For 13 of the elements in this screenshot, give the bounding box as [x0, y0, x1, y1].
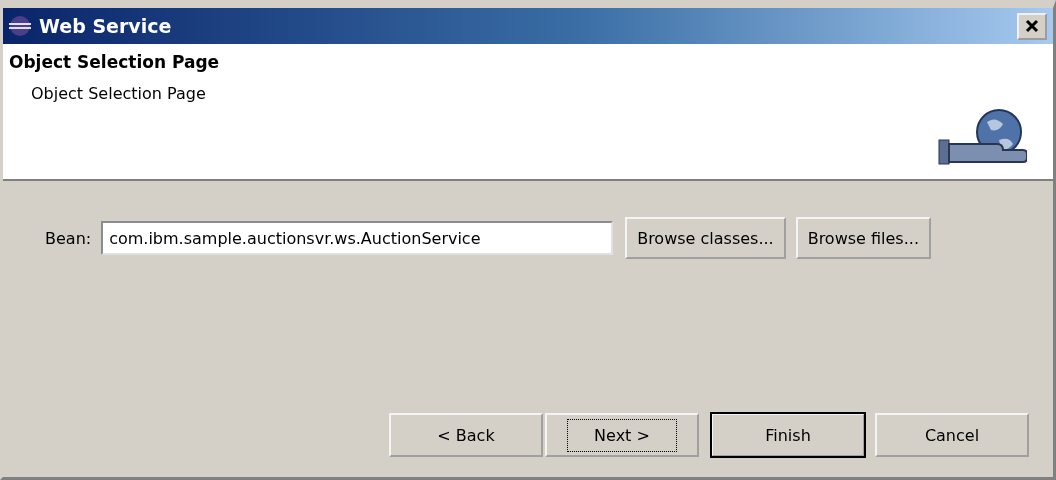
wizard-button[interactable]: < Back: [389, 413, 543, 457]
close-icon: [1025, 19, 1039, 33]
page-title: Object Selection Page: [9, 52, 220, 72]
bean-label: Bean:: [45, 228, 92, 248]
bean-field[interactable]: com.ibm.sample.auctionsvr.ws.AuctionService: [101, 221, 614, 255]
browse-button[interactable]: Browse classes...: [625, 217, 786, 259]
wizard-button[interactable]: Next >: [545, 413, 699, 457]
wizard-button[interactable]: Finish: [711, 413, 865, 457]
window-title: Web Service: [39, 15, 173, 37]
close-button[interactable]: [1017, 12, 1047, 40]
page-description: Object Selection Page: [30, 84, 207, 103]
wizard-button[interactable]: Cancel: [875, 413, 1029, 457]
browse-button[interactable]: Browse files...: [795, 217, 931, 259]
